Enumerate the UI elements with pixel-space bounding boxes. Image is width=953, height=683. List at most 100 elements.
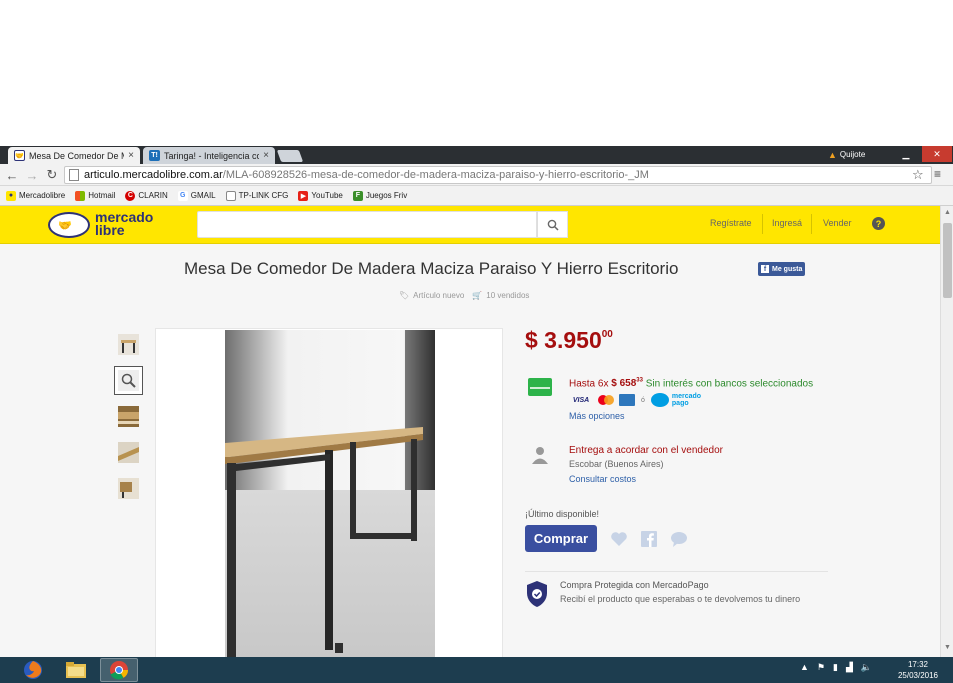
mastercard-icon [596,394,616,406]
taskbar-clock[interactable]: 17:32 25/03/2016 [888,659,948,681]
person-icon [532,447,548,464]
windows-icon [75,190,86,201]
reload-icon[interactable]: ↻ [44,167,60,183]
bookmark-gmail[interactable]: G GMAIL [177,190,216,201]
network-icon[interactable]: ▮ [833,662,838,673]
tag-icon: 🏷 [399,291,410,300]
facebook-icon: f [761,265,769,273]
facebook-share-icon[interactable] [639,530,659,548]
facebook-like-button[interactable]: f Me gusta [758,262,806,276]
mercadopago-label: mercado pago [671,393,702,407]
taringa-icon: T! [149,150,160,161]
scroll-down-arrow-icon[interactable]: ▼ [944,644,951,651]
tray-expand-icon[interactable]: ▲ [800,662,809,673]
chat-bubble-icon[interactable] [669,530,689,548]
system-tray: ▲ ⚑ ▮ ▟ 🔈 [800,662,872,673]
bookmark-clarin[interactable]: C CLARIN [125,190,168,201]
search-input[interactable] [197,211,537,238]
google-icon: G [177,190,188,201]
url-host: articulo.mercadolibre.com.ar [84,169,223,181]
thumbnail[interactable] [114,330,143,359]
logo-text: mercado libre [95,209,154,238]
back-arrow-icon[interactable]: ← [4,167,20,183]
product-price: $ 3.95000 [525,327,613,353]
minimize-button[interactable]: ▁ [896,146,916,162]
bookmark-youtube[interactable]: ▶ YouTube [298,190,343,201]
file-explorer-icon[interactable] [57,658,95,682]
windows-taskbar: ▲ ⚑ ▮ ▟ 🔈 17:32 25/03/2016 [0,657,953,683]
favorite-heart-icon[interactable] [609,530,629,548]
bookmark-hotmail[interactable]: Hotmail [75,190,115,201]
help-icon[interactable]: ? [872,217,885,230]
menu-icon[interactable]: ≡ [934,167,941,181]
site-header: 🤝 mercado libre Regístrate Ingresá Vende… [0,206,940,244]
tab-title: Taringa! - Inteligencia co [164,150,260,161]
or-separator: ó [641,396,645,404]
mercadopago-icon [650,393,669,407]
handshake-icon: 🤝 [58,220,72,232]
protection-title: Compra Protegida con MercadoPago [560,580,709,590]
chrome-icon[interactable] [100,658,138,682]
youtube-icon: ▶ [298,190,309,201]
forward-arrow-icon[interactable]: → [24,167,40,183]
payment-methods: VISA ó mercado pago [569,393,701,407]
address-bar[interactable]: articulo.mercadolibre.com.ar/MLA-6089285… [64,166,932,184]
signal-icon[interactable]: ▟ [846,662,853,673]
table-photo [225,330,435,657]
profile-button[interactable]: ▲ Quijote [828,148,865,161]
page-viewport: 🤝 mercado libre Regístrate Ingresá Vende… [0,206,940,657]
thumbnail-image [118,406,139,427]
protection-description: Recibí el producto que esperabas o te de… [560,594,801,604]
main-product-image[interactable] [155,328,503,657]
bookmark-star-icon[interactable]: ☆ [912,167,924,183]
search-button[interactable] [537,211,568,238]
header-separator [762,214,763,234]
tab-mercadolibre[interactable]: 🤝 Mesa De Comedor De Ma × [8,147,140,164]
cart-icon: 🛒 [472,291,483,300]
flag-icon[interactable]: ⚑ [817,662,825,673]
shield-icon [527,581,547,607]
product-condition: Artículo nuevo [413,291,465,300]
register-link[interactable]: Regístrate [710,218,752,228]
close-window-button[interactable]: ✕ [922,146,952,162]
url-path: /MLA-608928526-mesa-de-comedor-de-madera… [222,169,649,181]
close-tab-icon[interactable]: × [263,150,269,161]
thumbnail[interactable] [114,474,143,503]
thumbnail-image [118,442,139,463]
thumbnail-selected[interactable] [114,366,143,395]
bookmark-friv[interactable]: F Juegos Friv [352,190,407,201]
more-options-link[interactable]: Más opciones [569,411,625,421]
browser-tabstrip: 🤝 Mesa De Comedor De Ma × T! Taringa! - … [0,146,953,164]
bookmark-tplink[interactable]: TP-LINK CFG [225,190,288,201]
shipping-costs-link[interactable]: Consultar costos [569,474,636,484]
thumbnail[interactable] [114,438,143,467]
thumbnail-image [118,478,139,499]
clarin-icon: C [125,190,136,201]
page-scrollbar[interactable]: ▲ ▼ [940,206,953,657]
clock-date: 25/03/2016 [897,671,939,680]
shipping-title: Entrega a acordar con el vendedor [569,445,723,456]
stock-note: ¡Último disponible! [525,509,600,519]
bookmark-mercadolibre[interactable]: ● Mercadolibre [6,190,65,201]
thumbnail[interactable] [114,402,143,431]
page-icon [69,169,79,181]
volume-icon[interactable]: 🔈 [861,662,872,673]
login-link[interactable]: Ingresá [772,218,802,228]
close-tab-icon[interactable]: × [128,150,134,161]
warning-icon: ▲ [828,149,837,160]
scroll-up-arrow-icon[interactable]: ▲ [944,209,951,216]
page-icon [225,190,236,201]
browser-toolbar: ← → ↻ articulo.mercadolibre.com.ar/MLA-6… [0,164,953,186]
tab-taringa[interactable]: T! Taringa! - Inteligencia co × [143,147,275,164]
installments-text: Hasta 6x $ 65833 Sin interés con bancos … [569,378,814,390]
visa-icon: VISA [572,396,590,404]
firefox-icon[interactable] [14,658,52,682]
scrollbar-thumb[interactable] [943,223,952,298]
product-title: Mesa De Comedor De Madera Maciza Paraiso… [184,259,679,278]
buy-button[interactable]: Comprar [525,525,597,552]
blank-area [0,0,953,146]
new-tab-button[interactable] [276,150,304,162]
search-icon [547,219,559,231]
sell-link[interactable]: Vender [823,218,852,228]
mercadolibre-logo[interactable]: 🤝 mercado libre [48,210,168,240]
